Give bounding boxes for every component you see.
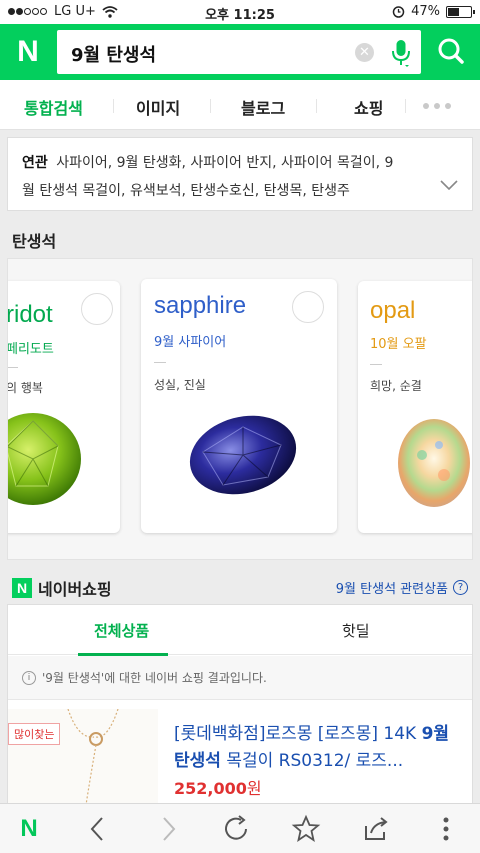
product-title[interactable]: [롯데백화점]로즈몽 [로즈몽] 14K 9월 탄생석 목걸이 RS0312/ … (174, 721, 464, 775)
alarm-icon (392, 6, 405, 18)
share-icon[interactable] (360, 814, 392, 844)
gem-meaning: 의 행복 (7, 381, 43, 395)
price-value: 252,000 (174, 779, 247, 798)
help-icon[interactable]: ? (453, 580, 468, 595)
product-title-suffix[interactable]: 목걸이 RS0312/ 로즈... (221, 751, 403, 771)
naver-shopping-logo: N (12, 578, 32, 598)
opal-gem-image (398, 419, 470, 507)
search-bar: N 9월 탄생석 ✕ (0, 24, 480, 80)
birthstone-carousel[interactable]: ridot 페리도트 의 행복 sapphire 9월 사파이어 성실, 진실 … (7, 258, 473, 560)
related-searches: 연관 사파이어, 9월 탄생화, 사파이어 반지, 사파이어 목걸이, 9 월 … (7, 137, 473, 211)
results-notice: i '9월 탄생석'에 대한 네이버 쇼핑 결과입니다. (8, 656, 472, 700)
battery-icon (446, 5, 475, 18)
birthstone-title: 탄생석 (12, 232, 57, 251)
shopping-results: 전체상품 핫딜 i '9월 탄생석'에 대한 네이버 쇼핑 결과입니다. 많이찾… (7, 604, 473, 805)
battery-percent: 47% (411, 4, 440, 19)
naver-logo[interactable]: N (12, 36, 44, 68)
flip-icon[interactable] (292, 291, 324, 323)
forward-icon[interactable] (152, 814, 184, 844)
gem-name-kr: 페리도트 (7, 342, 54, 357)
back-icon[interactable] (82, 814, 114, 844)
related-title: 연관 (22, 155, 48, 171)
birthstone-card-opal[interactable]: opal 10월 오팔 희망, 순결 (358, 281, 472, 533)
status-bar: LG U+ 오후 11:25 47% (0, 0, 480, 24)
more-tabs-icon[interactable] (423, 103, 451, 109)
related-products-link[interactable]: 9월 탄생석 관련상품 ? (336, 578, 468, 597)
info-icon: i (22, 670, 36, 685)
gem-name-en: ridot (7, 301, 53, 328)
search-tabs: 통합검색 이미지 블로그 쇼핑 (0, 80, 480, 130)
microphone-icon[interactable] (389, 38, 413, 68)
related-products-label[interactable]: 9월 탄생석 관련상품 (336, 578, 448, 597)
search-input[interactable]: 9월 탄생석 (71, 41, 156, 67)
tab-image[interactable]: 이미지 (136, 95, 180, 119)
price-currency: 원 (246, 779, 262, 798)
home-n-icon[interactable]: N (13, 814, 45, 844)
notice-text: '9월 탄생석'에 대한 네이버 쇼핑 결과입니다. (42, 671, 267, 685)
tab-blog[interactable]: 블로그 (241, 95, 285, 119)
related-line-2[interactable]: 월 탄생석 목걸이, 유색보석, 탄생수호신, 탄생목, 탄생주 (22, 177, 458, 205)
gem-meaning: 성실, 진실 (154, 378, 206, 392)
gem-meaning: 희망, 순결 (370, 379, 422, 393)
product-price: 252,000원 (174, 775, 262, 799)
bookmark-star-icon[interactable] (290, 814, 322, 844)
more-menu-icon[interactable] (430, 814, 462, 844)
birthstone-card-peridot[interactable]: ridot 페리도트 의 행복 (7, 281, 120, 533)
tab-all[interactable]: 통합검색 (24, 95, 83, 119)
gem-name-en: opal (370, 297, 416, 324)
product-title-prefix[interactable]: [롯데백화점]로즈몽 [로즈몽] 14K (174, 724, 422, 744)
chevron-down-icon[interactable] (440, 180, 458, 190)
peridot-gem-image (8, 413, 81, 505)
tab-hot-deal[interactable]: 핫딜 (342, 620, 370, 641)
gem-name-en: sapphire (154, 292, 247, 319)
tab-all-products[interactable]: 전체상품 (94, 620, 149, 641)
product-item[interactable]: 많이찾는 [롯데백화점]로즈몽 [로즈몽] 14K 9월 탄생석 목걸이 RS0… (8, 709, 472, 805)
shopping-title: 네이버쇼핑 (38, 580, 112, 599)
related-line-1[interactable]: 사파이어, 9월 탄생화, 사파이어 반지, 사파이어 목걸이, 9 (56, 155, 393, 171)
shopping-header: N 네이버쇼핑 (12, 576, 112, 600)
flip-icon[interactable] (81, 293, 113, 325)
bottom-toolbar: N (0, 803, 480, 853)
gem-name-kr: 10월 오팔 (370, 337, 427, 352)
popular-badge: 많이찾는 (8, 723, 61, 745)
search-icon (438, 38, 464, 64)
search-button[interactable] (423, 24, 480, 80)
sapphire-gem-image (189, 415, 297, 495)
clear-icon[interactable]: ✕ (355, 43, 374, 62)
shopping-tabs: 전체상품 핫딜 (8, 605, 472, 656)
tab-shopping[interactable]: 쇼핑 (354, 95, 383, 119)
product-image[interactable]: 많이찾는 (8, 709, 158, 805)
gem-name-kr: 9월 사파이어 (154, 335, 227, 350)
search-box[interactable]: 9월 탄생석 ✕ (57, 30, 421, 74)
birthstone-card-sapphire[interactable]: sapphire 9월 사파이어 성실, 진실 (141, 279, 337, 533)
refresh-icon[interactable] (221, 814, 253, 844)
